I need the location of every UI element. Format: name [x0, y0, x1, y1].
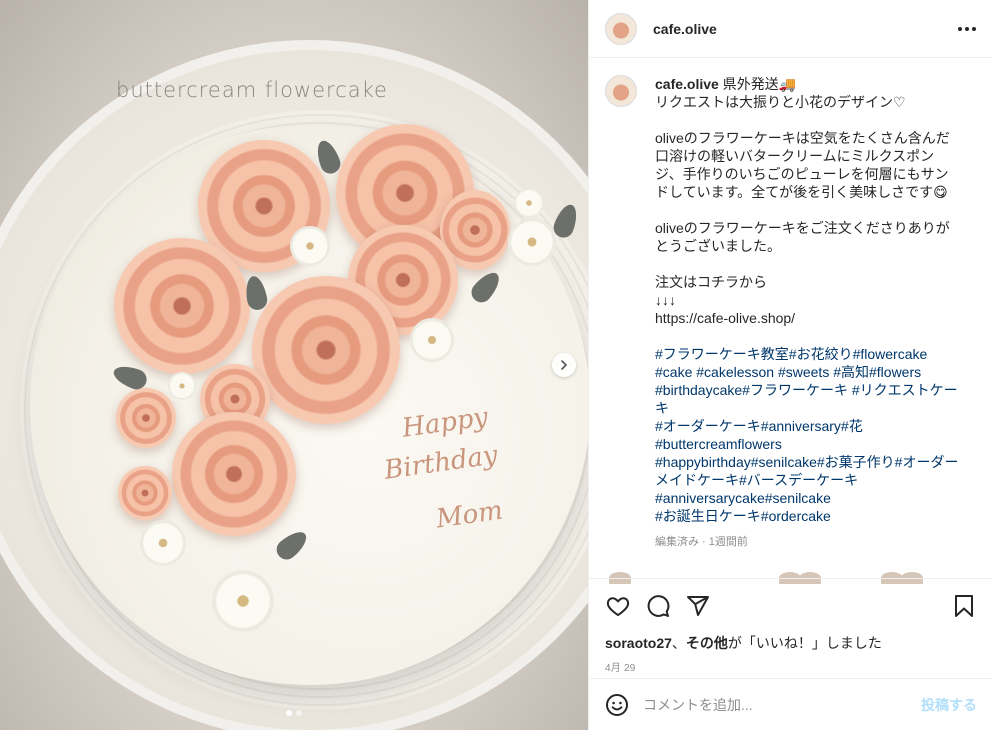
comments-area[interactable]: cafe.olive 県外発送🚚 リクエストは大振りと小花のデザイン♡ oliv… [589, 59, 992, 574]
small-flower [212, 570, 274, 632]
emoji-button[interactable] [605, 693, 629, 717]
save-button[interactable] [951, 593, 977, 619]
liker-username[interactable]: soraoto27 [605, 635, 672, 651]
caption-hashtags[interactable]: #フラワーケーキ教室#お花絞り#flowercake #cake #cakele… [655, 346, 958, 524]
caption-link[interactable]: https://cafe-olive.shop/ [655, 310, 795, 326]
emoji-icon [606, 693, 628, 716]
share-button[interactable] [685, 593, 711, 619]
action-icons [605, 593, 977, 619]
post-actions: soraoto27、その他が「いいね！」しました 4月 29 [589, 578, 992, 678]
caption-line: 注文はコチラから [655, 274, 767, 290]
carousel-dot-active [286, 710, 292, 716]
likes-others-link[interactable]: その他 [686, 635, 728, 651]
more-icon [958, 27, 962, 31]
post-photo[interactable]: buttercream flowercake Happy Birthday Mo… [0, 0, 588, 730]
bookmark-icon [955, 595, 973, 617]
small-flower [290, 226, 330, 266]
like-button[interactable] [605, 593, 631, 619]
caption-line: oliveのフラワーケーキをご注文くださりありがとうございました。 [655, 220, 950, 254]
caption-line: oliveのフラワーケーキは空気をたくさん含んだ口溶けの軽いバタークリームにミル… [655, 130, 950, 200]
photo-watermark: buttercream flowercake [116, 78, 388, 102]
rose [118, 466, 172, 520]
carousel-dot [296, 710, 302, 716]
small-flower [168, 372, 196, 400]
caption-avatar[interactable] [605, 75, 637, 107]
caption-line: リクエストは大振りと小花のデザイン♡ [655, 94, 906, 110]
comment-button[interactable] [645, 593, 671, 619]
post-comment-button[interactable]: 投稿する [921, 695, 977, 715]
chevron-right-icon [561, 360, 568, 370]
rose [252, 276, 400, 424]
post-header: cafe.olive [589, 0, 992, 58]
caption-meta: 編集済み · 1週間前 [655, 536, 748, 548]
carousel-next-button[interactable] [552, 353, 576, 377]
carousel-indicator [286, 710, 302, 716]
small-flower [410, 318, 454, 362]
comment-icon [647, 595, 670, 617]
post-date[interactable]: 4月 29 [605, 659, 977, 674]
likes-summary: soraoto27、その他が「いいね！」しました [605, 635, 882, 651]
caption-author[interactable]: cafe.olive [655, 76, 719, 92]
heart-icon [606, 597, 630, 616]
caption: cafe.olive 県外発送🚚 リクエストは大振りと小花のデザイン♡ oliv… [605, 75, 977, 525]
comment-input[interactable] [643, 696, 903, 713]
post-details-panel: cafe.olive cafe.olive 県外発送🚚 リクエストは大振りと小花… [588, 0, 992, 730]
caption-line: ↓↓↓ [655, 292, 676, 308]
caption-line: 県外発送🚚 [718, 76, 797, 92]
share-icon [687, 596, 709, 616]
avatar[interactable] [605, 12, 637, 45]
small-flower [140, 520, 186, 566]
rose [172, 412, 296, 536]
small-flower [508, 218, 556, 266]
add-comment-bar: 投稿する [589, 678, 992, 730]
caption-text: cafe.olive 県外発送🚚 リクエストは大振りと小花のデザイン♡ oliv… [655, 75, 961, 525]
header-username[interactable]: cafe.olive [653, 21, 717, 37]
more-options-button[interactable] [955, 18, 979, 40]
rose [114, 238, 250, 374]
rose [116, 388, 176, 448]
small-flower [514, 188, 544, 218]
